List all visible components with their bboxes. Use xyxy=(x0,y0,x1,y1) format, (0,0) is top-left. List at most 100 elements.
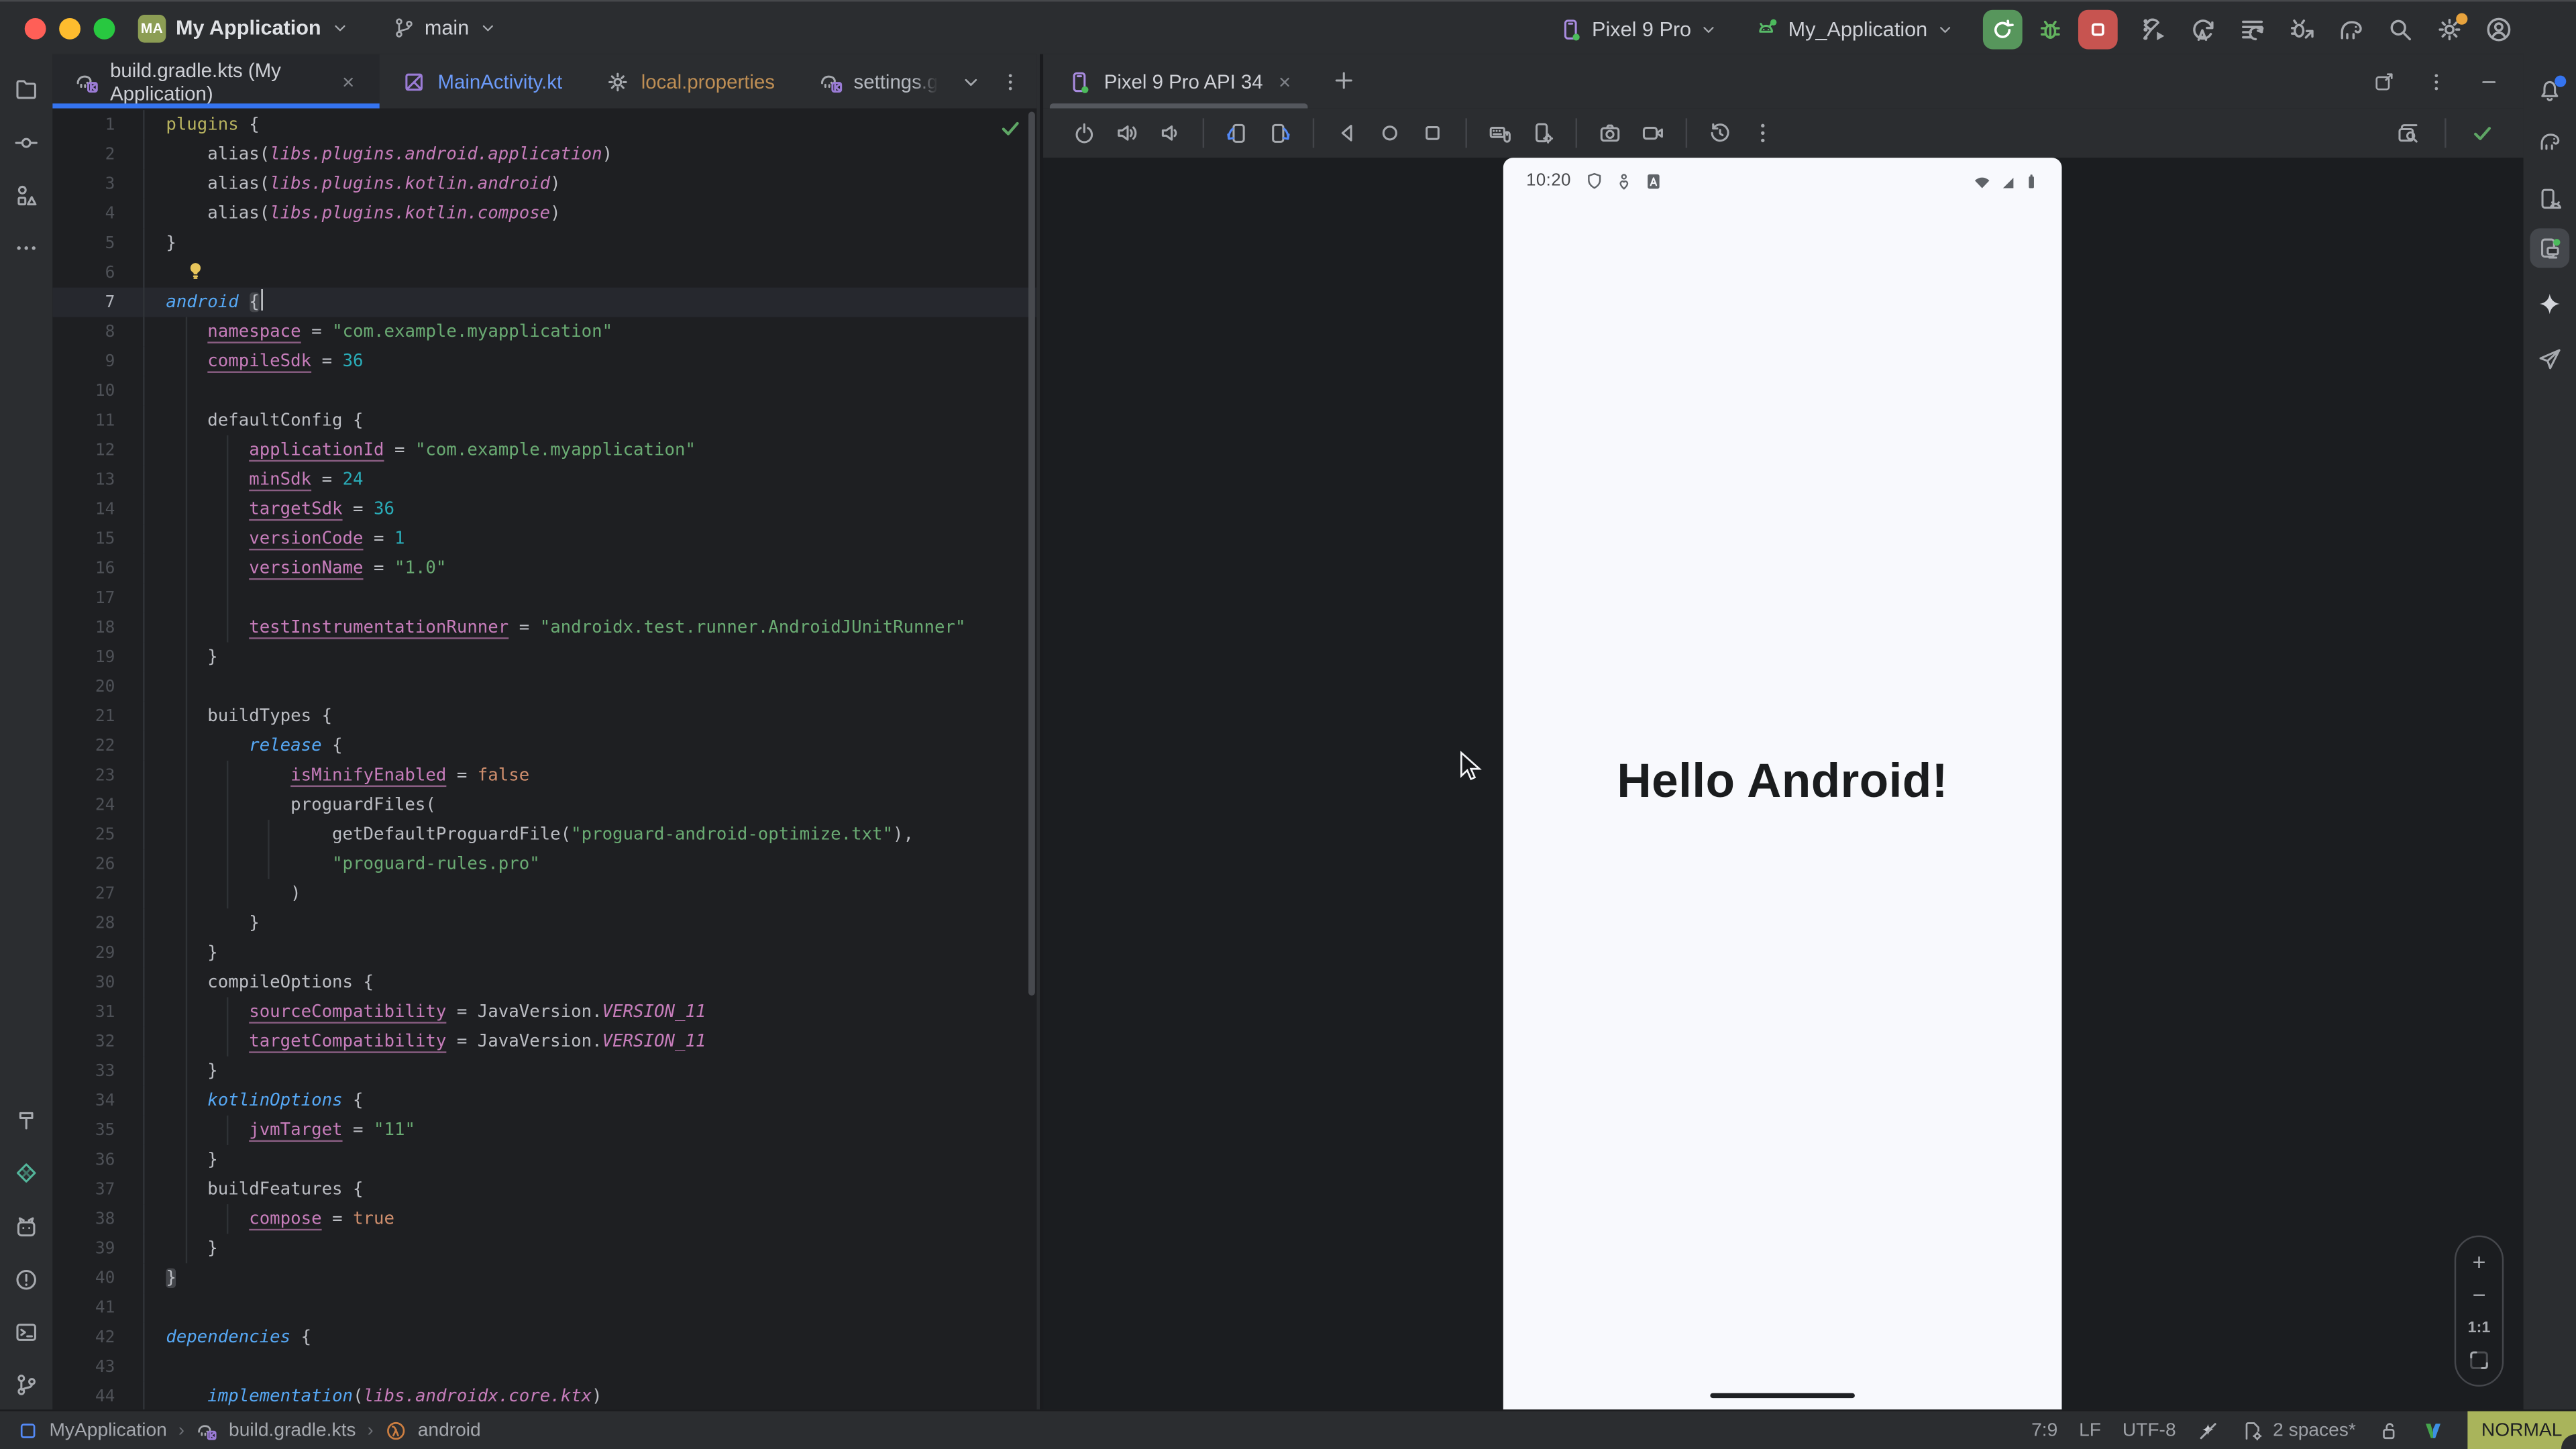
line-number[interactable]: 15 xyxy=(52,526,115,555)
vim-mode-badge[interactable]: NORMAL xyxy=(2467,1411,2576,1449)
tool-window-button-more-tool-windows[interactable] xyxy=(7,228,46,268)
tool-window-button-problems-tool-window[interactable] xyxy=(7,1260,46,1299)
tab-options-icon[interactable] xyxy=(999,70,1022,93)
code-line-10[interactable]: 10 xyxy=(52,376,1036,406)
code-line-23[interactable]: 23 isMinifyEnabled = false xyxy=(52,761,1036,790)
line-number[interactable]: 12 xyxy=(52,437,115,466)
line-number[interactable]: 37 xyxy=(52,1176,115,1205)
code-line-34[interactable]: 34 kotlinOptions { xyxy=(52,1086,1036,1116)
code-line-31[interactable]: 31 sourceCompatibility = JavaVersion.VER… xyxy=(52,998,1036,1027)
code-line-13[interactable]: 13 minSdk = 24 xyxy=(52,465,1036,494)
code-line-12[interactable]: 12 applicationId = "com.example.myapplic… xyxy=(52,435,1036,465)
code-line-6[interactable]: 6 xyxy=(52,258,1036,287)
line-number[interactable]: 4 xyxy=(52,201,115,230)
code-line-42[interactable]: 42dependencies { xyxy=(52,1322,1036,1352)
code-line-44[interactable]: 44 implementation(libs.androidx.core.ktx… xyxy=(52,1382,1036,1410)
editor-tab-1[interactable]: build.gradle.kts (My Application) xyxy=(52,54,380,109)
line-number[interactable]: 39 xyxy=(52,1236,115,1265)
record-screen-button[interactable] xyxy=(1635,115,1671,151)
close-icon[interactable] xyxy=(1275,72,1294,91)
device-ui-settings-button[interactable] xyxy=(1525,115,1561,151)
tool-window-button-app-distribution[interactable] xyxy=(2530,340,2569,380)
line-number[interactable]: 36 xyxy=(52,1146,115,1176)
add-device-button[interactable] xyxy=(1330,67,1356,93)
code-line-37[interactable]: 37 buildFeatures { xyxy=(52,1175,1036,1204)
run-configuration-selector[interactable]: My_Application xyxy=(1754,15,1955,42)
code-line-32[interactable]: 32 targetCompatibility = JavaVersion.VER… xyxy=(52,1027,1036,1057)
code-line-14[interactable]: 14 targetSdk = 36 xyxy=(52,494,1036,524)
line-number[interactable]: 35 xyxy=(52,1117,115,1146)
zoom-window-button[interactable] xyxy=(94,17,115,39)
line-number[interactable]: 28 xyxy=(52,910,115,940)
line-number[interactable]: 30 xyxy=(52,969,115,999)
breadcrumb-item[interactable]: build.gradle.kts xyxy=(196,1419,356,1442)
android-home-button[interactable] xyxy=(1372,115,1408,151)
line-number[interactable]: 6 xyxy=(52,260,115,289)
line-number[interactable]: 32 xyxy=(52,1028,115,1058)
code-line-11[interactable]: 11 defaultConfig { xyxy=(52,406,1036,435)
panel-options-icon[interactable] xyxy=(2425,70,2448,93)
code-line-41[interactable]: 41 xyxy=(52,1293,1036,1322)
line-number[interactable]: 43 xyxy=(52,1354,115,1383)
line-number[interactable]: 19 xyxy=(52,644,115,674)
code-line-27[interactable]: 27 ) xyxy=(52,879,1036,908)
code-line-3[interactable]: 3 alias(libs.plugins.kotlin.android) xyxy=(52,169,1036,199)
open-in-new-window-icon[interactable] xyxy=(2372,70,2395,93)
lock-open-icon[interactable] xyxy=(2377,1419,2400,1442)
tool-window-button-build-tool-window[interactable] xyxy=(7,1101,46,1140)
line-number[interactable]: 17 xyxy=(52,585,115,614)
line-number[interactable]: 25 xyxy=(52,821,115,851)
device-status-ok-button[interactable] xyxy=(2464,115,2500,151)
encoding-widget[interactable]: UTF-8 xyxy=(2123,1421,2176,1440)
code-line-35[interactable]: 35 jvmTarget = "11" xyxy=(52,1116,1036,1145)
line-number[interactable]: 24 xyxy=(52,792,115,821)
code-line-28[interactable]: 28 } xyxy=(52,908,1036,938)
tool-window-button-version-control-tool-window[interactable] xyxy=(7,1365,46,1405)
project-widget[interactable]: MA My Application xyxy=(138,14,351,42)
debug-app-icon[interactable] xyxy=(2036,14,2065,44)
volume-up-button[interactable] xyxy=(1109,115,1145,151)
code-line-8[interactable]: 8 namespace = "com.example.myapplication… xyxy=(52,317,1036,347)
account-icon[interactable] xyxy=(2484,14,2514,44)
code-line-18[interactable]: 18 testInstrumentationRunner = "androidx… xyxy=(52,612,1036,642)
code-line-43[interactable]: 43 xyxy=(52,1352,1036,1382)
rotate-left-button[interactable] xyxy=(1219,115,1255,151)
line-number[interactable]: 21 xyxy=(52,703,115,733)
line-number[interactable]: 42 xyxy=(52,1324,115,1354)
code-line-21[interactable]: 21 buildTypes { xyxy=(52,702,1036,731)
code-line-30[interactable]: 30 compileOptions { xyxy=(52,967,1036,997)
line-number[interactable]: 40 xyxy=(52,1265,115,1295)
line-number[interactable]: 34 xyxy=(52,1087,115,1117)
line-number[interactable]: 23 xyxy=(52,762,115,792)
tool-window-button-logcat-tool-window[interactable] xyxy=(7,1208,46,1247)
line-number[interactable]: 13 xyxy=(52,467,115,496)
hidden-tabs-icon[interactable] xyxy=(959,70,982,93)
device-tab[interactable]: Pixel 9 Pro API 34 xyxy=(1043,54,1313,109)
code-line-15[interactable]: 15 versionCode = 1 xyxy=(52,524,1036,553)
rerun-app-button[interactable] xyxy=(1983,9,2023,48)
line-number[interactable]: 44 xyxy=(52,1383,115,1409)
tool-window-button-running-devices[interactable] xyxy=(2530,228,2569,268)
code-line-20[interactable]: 20 xyxy=(52,672,1036,702)
code-line-33[interactable]: 33 } xyxy=(52,1057,1036,1086)
line-number[interactable]: 31 xyxy=(52,999,115,1028)
search-everywhere-icon[interactable] xyxy=(2385,14,2415,44)
attach-debugger-icon[interactable] xyxy=(2287,14,2316,44)
line-number[interactable]: 22 xyxy=(52,733,115,762)
line-number[interactable]: 16 xyxy=(52,555,115,585)
tool-window-button-terminal-tool-window[interactable] xyxy=(7,1313,46,1352)
breadcrumb-item[interactable]: android xyxy=(385,1419,481,1442)
editor-scrollbar[interactable] xyxy=(1028,112,1035,996)
code-line-24[interactable]: 24 proguardFiles( xyxy=(52,790,1036,820)
stop-app-button[interactable] xyxy=(2078,9,2118,48)
line-number[interactable]: 5 xyxy=(52,230,115,260)
line-number[interactable]: 3 xyxy=(52,171,115,201)
zoom-out-button[interactable]: − xyxy=(2466,1281,2492,1307)
code-line-1[interactable]: 1plugins { xyxy=(52,110,1036,140)
hardware-input-button[interactable] xyxy=(1482,115,1518,151)
line-number[interactable]: 26 xyxy=(52,851,115,881)
zoom-to-fit-button[interactable] xyxy=(2466,1347,2492,1373)
device-display-search-button[interactable] xyxy=(2390,115,2426,151)
code-line-39[interactable]: 39 } xyxy=(52,1234,1036,1263)
code-line-17[interactable]: 17 xyxy=(52,583,1036,612)
